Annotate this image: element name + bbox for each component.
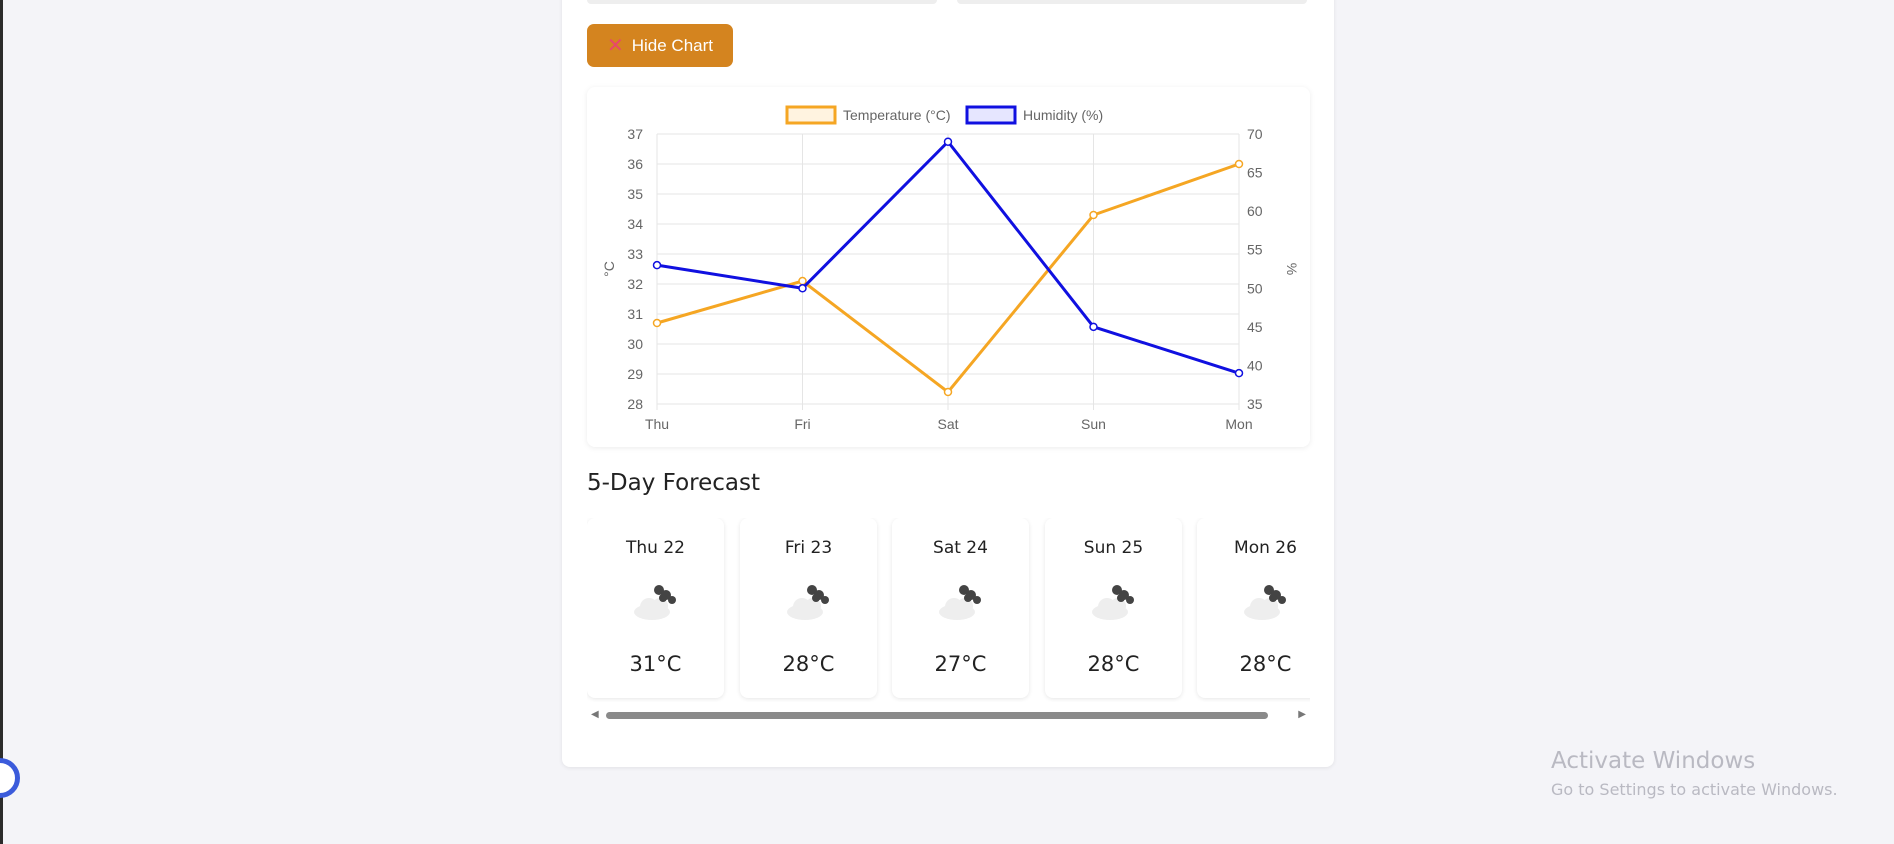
y-right-tick-label: 60 [1247,203,1263,219]
floating-action-button[interactable] [0,758,20,798]
activation-subtitle: Go to Settings to activate Windows. [1551,780,1838,799]
y-left-tick-label: 34 [627,216,643,232]
forecast-day-temp: 27°C [934,652,987,676]
scroll-left-arrow-icon[interactable]: ◀ [591,709,599,721]
forecast-day-name: Sun 25 [1083,538,1144,558]
top-panel-stub-left [587,0,937,4]
top-panel-stub-right [957,0,1307,4]
forecast-day-card[interactable]: Thu 22 31°C [587,518,724,698]
x-tick-label: Mon [1225,416,1252,432]
data-point [1234,368,1244,378]
x-tick-label: Fri [794,416,810,432]
forecast-day-card[interactable]: Fri 23 28°C [740,518,877,698]
y-left-tick-label: 29 [627,366,643,382]
y-right-tick-label: 70 [1247,126,1263,142]
y-right-tick-label: 65 [1247,165,1263,181]
legend-label: Temperature (°C) [843,107,951,123]
x-tick-label: Thu [645,416,669,432]
chart-container: 28 29 30 31 32 33 34 35 36 37 35 40 45 50 55 60 65 70 Thu F… [587,87,1310,447]
forecast-day-card[interactable]: Sat 24 27°C [892,518,1029,698]
activation-title: Activate Windows [1551,748,1756,774]
forecast-list[interactable]: Thu 22 31°C Fri 23 28°C Sat 24 27°C Sun … [587,518,1310,702]
forecast-day-temp: 28°C [1087,652,1140,676]
legend-label: Humidity (%) [1023,107,1103,123]
y-left-tick-label: 32 [627,276,643,292]
y-left-tick-label: 28 [627,396,643,412]
legend-swatch [965,105,1017,125]
y-left-tick-label: 31 [627,306,643,322]
hide-chart-button[interactable]: ✕ Hide Chart [587,24,733,67]
data-point [943,387,953,397]
forecast-day-name: Mon 26 [1234,538,1297,558]
data-point [943,137,953,146]
forecast-day-card[interactable]: Sun 25 28°C [1045,518,1182,698]
legend-swatch [785,105,837,125]
cloud-icon [787,585,829,620]
x-tick-label: Sat [937,416,958,432]
forecast-day-temp: 28°C [782,652,835,676]
data-point [798,284,807,293]
data-point [1089,322,1098,332]
forecast-day-temp: 31°C [629,652,682,676]
data-point [652,260,662,270]
hide-chart-label: Hide Chart [631,35,714,55]
scrollbar-thumb[interactable] [606,712,1268,719]
y-right-tick-label: 45 [1247,319,1263,335]
forecast-day-temp: 28°C [1239,652,1292,676]
y-left-tick-label: 33 [627,246,643,262]
forecast-day-card[interactable]: Mon 26 28°C [1197,518,1310,698]
y-left-tick-label: 35 [627,186,643,202]
forecast-day-name: Thu 22 [626,538,685,558]
y-right-tick-label: 55 [1247,242,1263,258]
data-point [1089,210,1098,220]
cloud-icon [1244,585,1286,620]
y-right-tick-label: 40 [1247,357,1263,373]
y-left-tick-label: 30 [627,336,643,352]
y-left-tick-label: 36 [627,156,643,172]
data-point [798,276,807,286]
y-left-axis-label: °C [601,261,617,277]
window-edge [0,0,3,844]
y-right-axis-label: % [1284,263,1300,275]
cloud-icon [1092,585,1134,620]
horizontal-scrollbar[interactable]: ◀ ▶ [587,707,1310,723]
cloud-icon [634,585,676,620]
forecast-title: 5-Day Forecast [587,470,760,496]
y-right-tick-label: 50 [1247,280,1263,296]
cloud-icon [939,585,981,620]
data-point [652,318,662,328]
data-point [1234,159,1244,169]
y-left-tick-label: 37 [627,126,643,142]
windows-activation-watermark: Activate Windows Go to Settings to activ… [1551,748,1838,799]
x-tick-label: Sun [1081,416,1106,432]
forecast-day-name: Fri 23 [784,538,833,558]
forecast-day-name: Sat 24 [933,538,988,558]
x-icon: ✕ [606,34,624,57]
scroll-right-arrow-icon[interactable]: ▶ [1298,709,1306,721]
y-right-tick-label: 35 [1247,396,1263,412]
line-chart: 28 29 30 31 32 33 34 35 36 37 35 40 45 50 55 60 65 70 Thu F… [601,105,1300,432]
